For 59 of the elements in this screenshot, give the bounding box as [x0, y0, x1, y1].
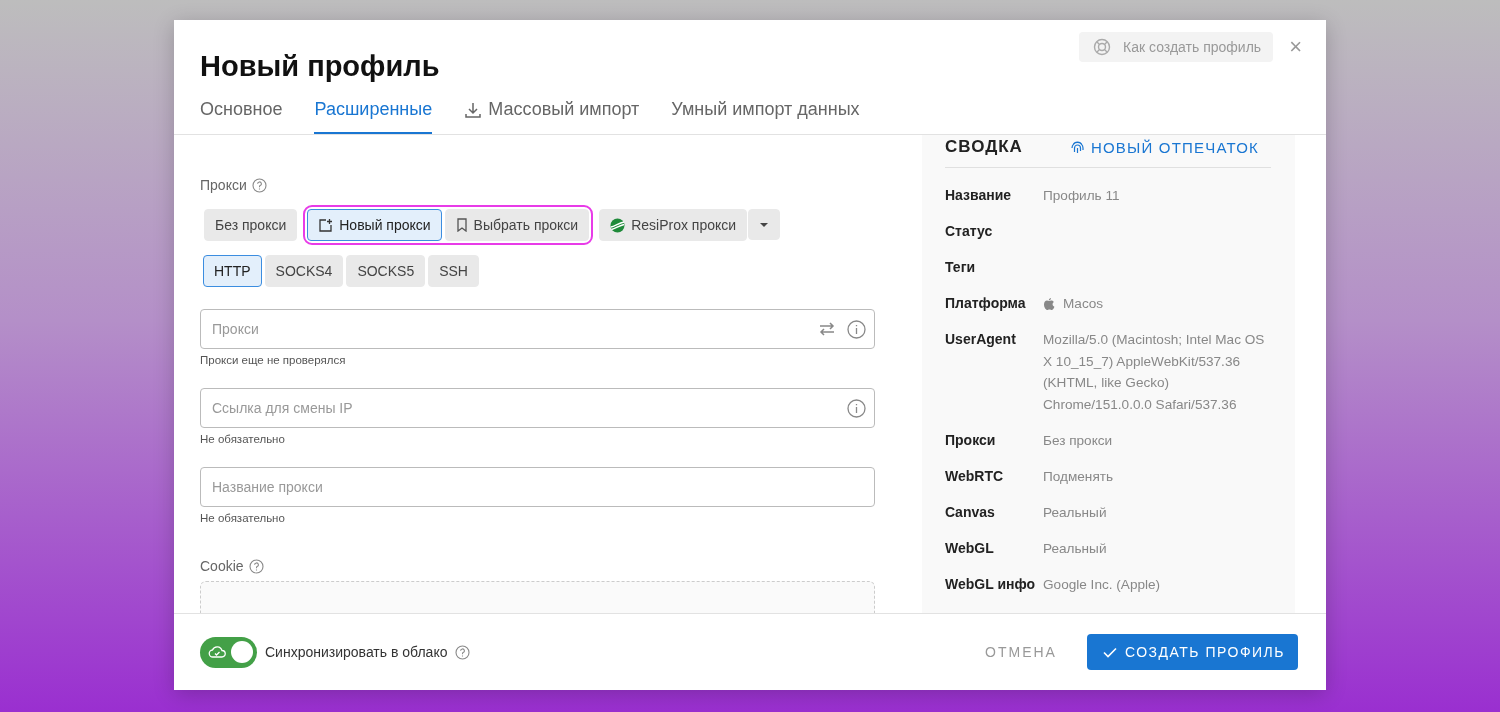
summary-label: Прокси — [945, 430, 997, 450]
tab[interactable]: Умный импорт данных — [671, 99, 860, 134]
summary-value: Google Inc. (Apple) — [1043, 575, 1162, 594]
summary-label: Платформа — [945, 294, 1027, 313]
summary-value: Подменять — [1043, 467, 1115, 486]
lifebuoy-icon — [1093, 38, 1112, 56]
create-profile-button[interactable]: СОЗДАТЬ ПРОФИЛЬ — [1086, 634, 1298, 670]
protocol-button[interactable]: SOCKS5 — [346, 255, 426, 287]
summary-value: Mozilla/5.0 (Macintosh; Intel Mac OS X 10_15_7) AppleWebKit/537.36 (KHTML, like Gecko) Chrome/151.0.0.0 Safari/537.36 — [1043, 331, 1266, 414]
check-icon — [1102, 646, 1117, 658]
swap-icon[interactable] — [819, 322, 835, 336]
summary-value: Профиль 11 — [1043, 187, 1121, 205]
helper-text: Не обязательно — [200, 433, 286, 445]
protocol-button[interactable]: SSH — [428, 255, 479, 287]
fingerprint-icon — [1069, 139, 1085, 155]
new-fingerprint-button[interactable]: НОВЫЙ ОТПЕЧАТОК — [1069, 138, 1259, 156]
help-icon[interactable] — [251, 177, 267, 193]
summary-title: СВОДКА — [945, 137, 1023, 157]
summary-value: Реальный — [1043, 503, 1108, 522]
cookie-label: Cookie — [200, 558, 244, 574]
dialog-title: Новый профиль — [200, 50, 440, 83]
tab[interactable]: Основное — [200, 99, 283, 134]
download-icon — [464, 100, 483, 119]
help-icon[interactable] — [455, 644, 471, 660]
text-field[interactable]: Название прокси — [200, 467, 875, 507]
sync-toggle[interactable] — [200, 636, 257, 668]
info-icon[interactable] — [847, 398, 866, 418]
summary-value: Без прокси — [1043, 431, 1114, 450]
summary-label: Название — [945, 186, 1013, 205]
text-field[interactable]: Прокси — [200, 309, 875, 349]
proxy-label: Прокси — [200, 177, 247, 193]
summary-label: UserAgent — [945, 330, 1017, 349]
summary-label: WebGL — [945, 538, 995, 558]
protocol-button[interactable]: HTTP — [203, 255, 262, 287]
summary-label: Теги — [945, 258, 977, 277]
proxy-mode-button[interactable]: Без прокси — [204, 209, 298, 241]
summary-label: Canvas — [945, 502, 996, 522]
protocol-button[interactable]: SOCKS4 — [264, 255, 344, 287]
caret-icon — [759, 221, 770, 228]
helper-text: Прокси еще не проверялся — [200, 354, 347, 366]
tab[interactable]: Расширенные — [314, 99, 433, 134]
summary-value: Реальный — [1043, 539, 1108, 558]
proxy-mode-button[interactable]: Выбрать прокси — [444, 209, 590, 241]
summary-label: WebRTC — [945, 466, 1005, 486]
help-icon[interactable] — [248, 558, 264, 574]
tab[interactable]: Массовый импорт — [464, 99, 640, 134]
helper-text: Не обязательно — [200, 512, 286, 524]
sync-label: Синхронизировать в облако — [265, 644, 448, 660]
text-field[interactable]: Ссылка для смены IP — [200, 388, 875, 428]
apple-icon — [1043, 296, 1055, 311]
summary-label: WebGL инфо — [945, 574, 1037, 594]
info-icon[interactable] — [847, 319, 866, 339]
cloud-check-icon — [208, 645, 226, 659]
summary-label: Статус — [945, 222, 994, 241]
proxy-mode-button[interactable]: Новый прокси — [307, 209, 442, 241]
summary-value: Macos — [1063, 295, 1104, 313]
ball-logo-icon — [610, 217, 626, 233]
bookmark-icon — [455, 218, 468, 232]
proxy-mode-button[interactable]: ResiProx прокси — [599, 209, 748, 241]
